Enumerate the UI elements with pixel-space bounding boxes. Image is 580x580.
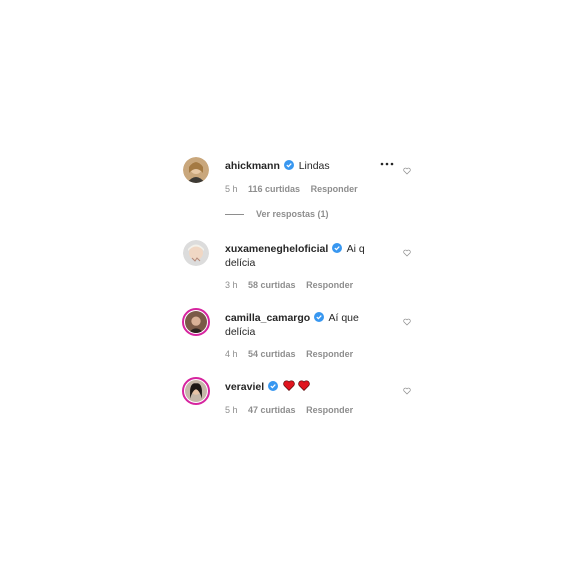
heart-outline-icon[interactable]	[403, 249, 411, 257]
comment-text: camilla_camargo Aí que delícia	[225, 311, 375, 339]
avatar-image	[183, 240, 209, 266]
red-heart-emoji	[298, 380, 310, 391]
comment-text: xuxameneghelоficial Ai q delícia	[225, 242, 375, 270]
replies-divider	[225, 214, 244, 216]
comments-panel: ahickmann Lindas 5 h 116 curtidas Respon…	[0, 0, 580, 580]
likes-count[interactable]: 54 curtidas	[248, 349, 296, 359]
likes-count[interactable]: 47 curtidas	[248, 405, 296, 415]
verified-badge-icon	[268, 381, 279, 391]
avatar-image	[183, 157, 209, 183]
comment-time: 5 h	[225, 184, 238, 194]
likes-count[interactable]: 116 curtidas	[248, 184, 300, 194]
avatar[interactable]	[182, 308, 210, 336]
avatar[interactable]	[183, 240, 209, 266]
heart-outline-icon[interactable]	[403, 167, 411, 175]
reply-button[interactable]: Responder	[306, 349, 353, 359]
view-replies-link[interactable]: Ver respostas (1)	[225, 209, 329, 219]
username[interactable]: veraviel	[225, 381, 264, 393]
comment-meta: 5 h 116 curtidas Responder	[225, 184, 366, 194]
verified-badge-icon	[314, 312, 325, 322]
username[interactable]: xuxameneghelоficial	[225, 243, 328, 255]
avatar-image	[185, 311, 207, 333]
comment-meta: 3 h 58 curtidas Responder	[225, 280, 361, 290]
comment-meta: 4 h 54 curtidas Responder	[225, 349, 361, 359]
comment-text: veraviel	[225, 380, 375, 394]
comment-body: Lindas	[298, 160, 330, 172]
verified-badge-icon	[332, 243, 343, 253]
heart-outline-icon[interactable]	[403, 387, 411, 395]
verified-badge-icon	[283, 160, 294, 170]
heart-outline-icon[interactable]	[403, 318, 411, 326]
username[interactable]: ahickmann	[225, 160, 280, 172]
red-heart-emoji	[283, 380, 295, 391]
avatar[interactable]	[183, 157, 209, 183]
avatar-image	[185, 380, 207, 402]
comment-time: 4 h	[225, 349, 238, 359]
comment-time: 3 h	[225, 280, 238, 290]
view-replies-label: Ver respostas (1)	[256, 209, 329, 219]
username[interactable]: camilla_camargo	[225, 312, 310, 324]
comment-text: ahickmann Lindas	[225, 159, 375, 173]
more-options-icon[interactable]	[380, 161, 394, 167]
avatar[interactable]	[182, 377, 210, 405]
likes-count[interactable]: 58 curtidas	[248, 280, 296, 290]
reply-button[interactable]: Responder	[306, 405, 353, 415]
comment-meta: 5 h 47 curtidas Responder	[225, 405, 361, 415]
reply-button[interactable]: Responder	[306, 280, 353, 290]
reply-button[interactable]: Responder	[311, 184, 358, 194]
comment-time: 5 h	[225, 405, 238, 415]
